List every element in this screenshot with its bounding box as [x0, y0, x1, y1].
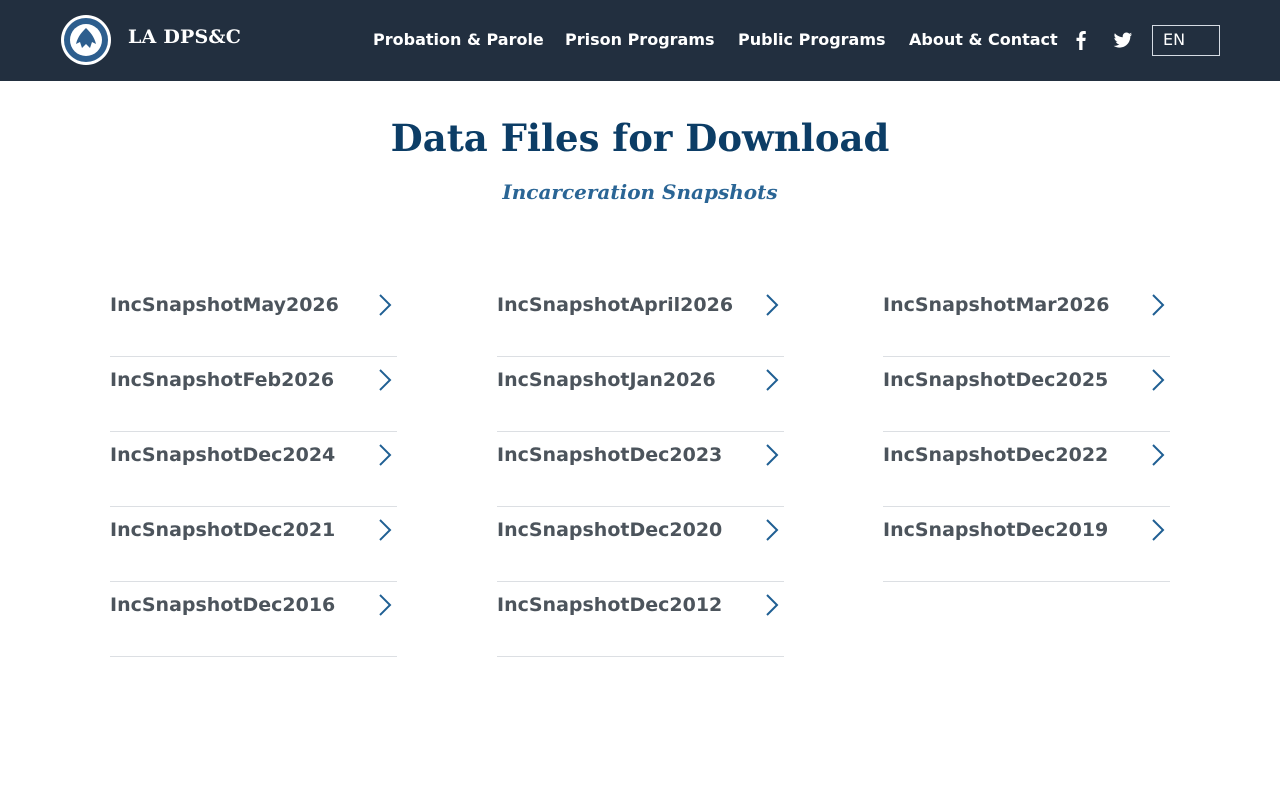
- chevron-right-icon: [766, 294, 779, 316]
- file-link-incsnapshotdec2020[interactable]: IncSnapshotDec2020: [497, 507, 784, 582]
- chevron-right-icon: [1152, 369, 1165, 391]
- file-label: IncSnapshotDec2024: [110, 444, 336, 466]
- chevron-right-icon: [379, 369, 392, 391]
- chevron-right-icon: [379, 519, 392, 541]
- chevron-right-icon: [766, 594, 779, 616]
- file-link-incsnapshotdec2022[interactable]: IncSnapshotDec2022: [883, 432, 1170, 507]
- file-label: IncSnapshotDec2016: [110, 594, 336, 616]
- file-label: IncSnapshotMar2026: [883, 294, 1110, 316]
- file-label: IncSnapshotDec2019: [883, 519, 1109, 541]
- page-subtitle: Incarceration Snapshots: [502, 180, 778, 204]
- language-select[interactable]: EN: [1152, 25, 1220, 56]
- file-link-incsnapshotdec2021[interactable]: IncSnapshotDec2021: [110, 507, 397, 582]
- file-label: IncSnapshotDec2022: [883, 444, 1109, 466]
- nav-prison-programs[interactable]: Prison Programs: [565, 30, 715, 49]
- file-label: IncSnapshotFeb2026: [110, 369, 335, 391]
- chevron-right-icon: [1152, 519, 1165, 541]
- file-link-incsnapshotdec2012[interactable]: IncSnapshotDec2012: [497, 582, 784, 657]
- site-brand[interactable]: LA DPS&C: [128, 26, 241, 48]
- file-link-incsnapshotdec2024[interactable]: IncSnapshotDec2024: [110, 432, 397, 507]
- file-link-incsnapshotmar2026[interactable]: IncSnapshotMar2026: [883, 282, 1170, 357]
- chevron-right-icon: [1152, 444, 1165, 466]
- file-label: IncSnapshotDec2021: [110, 519, 336, 541]
- twitter-icon[interactable]: [1112, 29, 1134, 51]
- page-title: Data Files for Download: [390, 116, 890, 160]
- file-link-incsnapshotjan2026[interactable]: IncSnapshotJan2026: [497, 357, 784, 432]
- nav-about-contact[interactable]: About & Contact: [909, 30, 1058, 49]
- facebook-icon[interactable]: [1070, 29, 1092, 51]
- file-link-incsnapshotapril2026[interactable]: IncSnapshotApril2026: [497, 282, 784, 357]
- chevron-right-icon: [379, 444, 392, 466]
- file-label: IncSnapshotDec2020: [497, 519, 723, 541]
- nav-public-programs[interactable]: Public Programs: [738, 30, 886, 49]
- file-link-incsnapshotdec2025[interactable]: IncSnapshotDec2025: [883, 357, 1170, 432]
- louisiana-seal-logo[interactable]: [60, 14, 112, 66]
- chevron-right-icon: [379, 294, 392, 316]
- file-label: IncSnapshotApril2026: [497, 294, 734, 316]
- site-header: LA DPS&C Probation & Parole Prison Progr…: [0, 0, 1280, 81]
- file-link-incsnapshotdec2019[interactable]: IncSnapshotDec2019: [883, 507, 1170, 582]
- chevron-right-icon: [766, 519, 779, 541]
- file-label: IncSnapshotMay2026: [110, 294, 339, 316]
- file-label: IncSnapshotDec2012: [497, 594, 723, 616]
- nav-probation-parole[interactable]: Probation & Parole: [373, 30, 544, 49]
- file-link-incsnapshotfeb2026[interactable]: IncSnapshotFeb2026: [110, 357, 397, 432]
- file-label: IncSnapshotJan2026: [497, 369, 716, 391]
- file-link-incsnapshotdec2023[interactable]: IncSnapshotDec2023: [497, 432, 784, 507]
- chevron-right-icon: [379, 594, 392, 616]
- file-link-incsnapshotmay2026[interactable]: IncSnapshotMay2026: [110, 282, 397, 357]
- chevron-right-icon: [1152, 294, 1165, 316]
- file-label: IncSnapshotDec2023: [497, 444, 723, 466]
- chevron-right-icon: [766, 444, 779, 466]
- chevron-right-icon: [766, 369, 779, 391]
- file-link-incsnapshotdec2016[interactable]: IncSnapshotDec2016: [110, 582, 397, 657]
- file-label: IncSnapshotDec2025: [883, 369, 1109, 391]
